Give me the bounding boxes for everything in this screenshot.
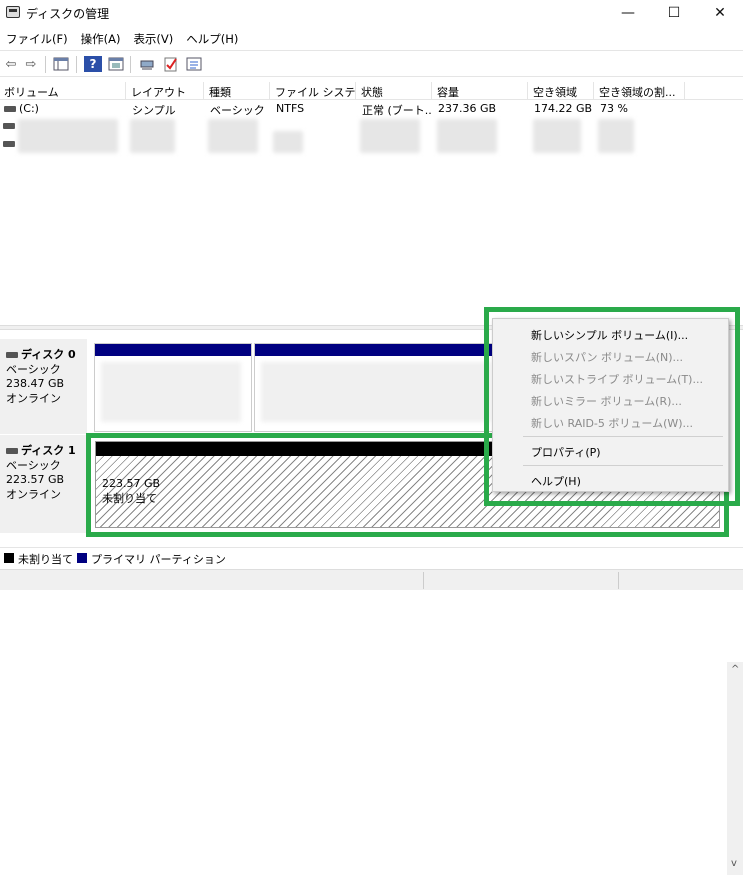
cell-capacity: 237.36 GB: [438, 102, 497, 115]
scroll-down-arrow-icon[interactable]: v: [731, 858, 737, 869]
close-button[interactable]: ✕: [697, 0, 743, 26]
title-bar: ディスクの管理 — ☐ ✕: [0, 0, 743, 26]
cell-free-space: 174.22 GB: [534, 102, 593, 115]
disk-0-partition-1[interactable]: [94, 343, 252, 432]
legend-label-primary: プライマリ パーティション: [91, 553, 226, 566]
toolbar-separator: [130, 56, 131, 73]
disk-0-label[interactable]: ディスク 0 ベーシック 238.47 GB オンライン: [0, 339, 87, 434]
disk-0-size: 238.47 GB: [6, 377, 65, 390]
properties-icon[interactable]: [185, 56, 203, 72]
connect-drive-icon[interactable]: [138, 56, 156, 72]
legend-swatch-primary: [77, 553, 87, 563]
menu-bar: ファイル(F) 操作(A) 表示(V) ヘルプ(H): [0, 28, 743, 48]
help-topics-icon[interactable]: [107, 56, 125, 72]
legend-swatch-unallocated: [4, 553, 14, 563]
column-header-volume[interactable]: ボリューム: [0, 82, 126, 100]
toolbar-separator: [45, 56, 46, 73]
redacted-block: [18, 119, 118, 153]
legend-label-unallocated: 未割り当て: [18, 553, 73, 566]
disk-1-name: ディスク 1: [6, 444, 87, 459]
redacted-partition: [101, 362, 241, 422]
column-header-capacity[interactable]: 容量: [433, 82, 528, 100]
redacted-block: [273, 131, 303, 153]
redacted-block: [437, 119, 497, 153]
disk-icon: [6, 448, 18, 454]
toolbar-separator: [76, 56, 77, 73]
console-tree-icon[interactable]: [52, 56, 70, 72]
cell-volume: (C:): [0, 101, 126, 117]
vertical-scrollbar[interactable]: ^ v: [727, 662, 743, 875]
column-header-status[interactable]: 状態: [357, 82, 432, 100]
maximize-button[interactable]: ☐: [651, 0, 697, 26]
cell-layout: シンプル: [132, 104, 176, 117]
scroll-up-arrow-icon[interactable]: ^: [731, 664, 739, 675]
legend: 未割り当て プライマリ パーティション: [0, 547, 743, 567]
cell-percent-free: 73 %: [600, 102, 628, 115]
disk-1-size: 223.57 GB: [6, 473, 65, 486]
partition-bar-primary: [255, 344, 498, 356]
menu-view[interactable]: 表示(V): [127, 28, 180, 48]
highlight-context-menu: [484, 307, 740, 506]
volume-list-header: ボリューム レイアウト 種類 ファイル システム 状態 容量 空き領域 空き領域…: [0, 82, 743, 100]
drive-icon: [3, 141, 15, 147]
disk-1-type: ベーシック: [6, 458, 61, 472]
menu-help[interactable]: ヘルプ(H): [180, 28, 245, 48]
menu-action[interactable]: 操作(A): [75, 28, 128, 48]
status-divider: [618, 572, 619, 589]
disk-1-state: オンライン: [6, 487, 61, 501]
window-title: ディスクの管理: [26, 7, 110, 21]
column-header-type[interactable]: 種類: [205, 82, 270, 100]
redacted-rows: [0, 117, 743, 157]
disk-0-state: オンライン: [6, 391, 61, 405]
disk-0-partition-2[interactable]: [254, 343, 499, 432]
redacted-block: [208, 119, 258, 153]
minimize-button[interactable]: —: [605, 0, 651, 26]
drive-icon: [4, 106, 16, 112]
partition-bar-primary: [95, 344, 251, 356]
column-header-free-space[interactable]: 空き領域: [529, 82, 594, 100]
back-arrow-icon[interactable]: ⇦: [2, 56, 20, 72]
disk-icon: [6, 352, 18, 358]
table-row[interactable]: (C:) シンプル ベーシック NTFS 正常 (ブート... 237.36 G…: [0, 101, 743, 117]
check-icon[interactable]: [162, 56, 180, 72]
cell-filesystem: NTFS: [276, 102, 305, 115]
redacted-block: [360, 119, 420, 153]
help-icon[interactable]: ?: [84, 56, 102, 72]
redacted-partition: [261, 362, 491, 422]
redacted-block: [533, 119, 581, 153]
toolbar: ⇦ ⇨ ?: [0, 50, 743, 77]
cell-type: ベーシック: [210, 104, 265, 117]
redacted-block: [130, 119, 175, 153]
status-bar: [0, 569, 743, 590]
disk-0-name: ディスク 0: [6, 348, 87, 363]
column-header-filesystem[interactable]: ファイル システム: [271, 82, 356, 100]
menu-file[interactable]: ファイル(F): [0, 28, 75, 48]
drive-icon: [3, 123, 15, 129]
redacted-block: [598, 119, 634, 153]
disk-management-app-icon: [6, 6, 20, 18]
cell-status: 正常 (ブート...: [362, 104, 432, 117]
forward-arrow-icon[interactable]: ⇨: [22, 56, 40, 72]
column-header-layout[interactable]: レイアウト: [127, 82, 204, 100]
column-header-percent-free[interactable]: 空き領域の割...: [595, 82, 685, 100]
disk-0-type: ベーシック: [6, 362, 61, 376]
status-divider: [423, 572, 424, 589]
disk-1-label[interactable]: ディスク 1 ベーシック 223.57 GB オンライン: [0, 435, 87, 533]
